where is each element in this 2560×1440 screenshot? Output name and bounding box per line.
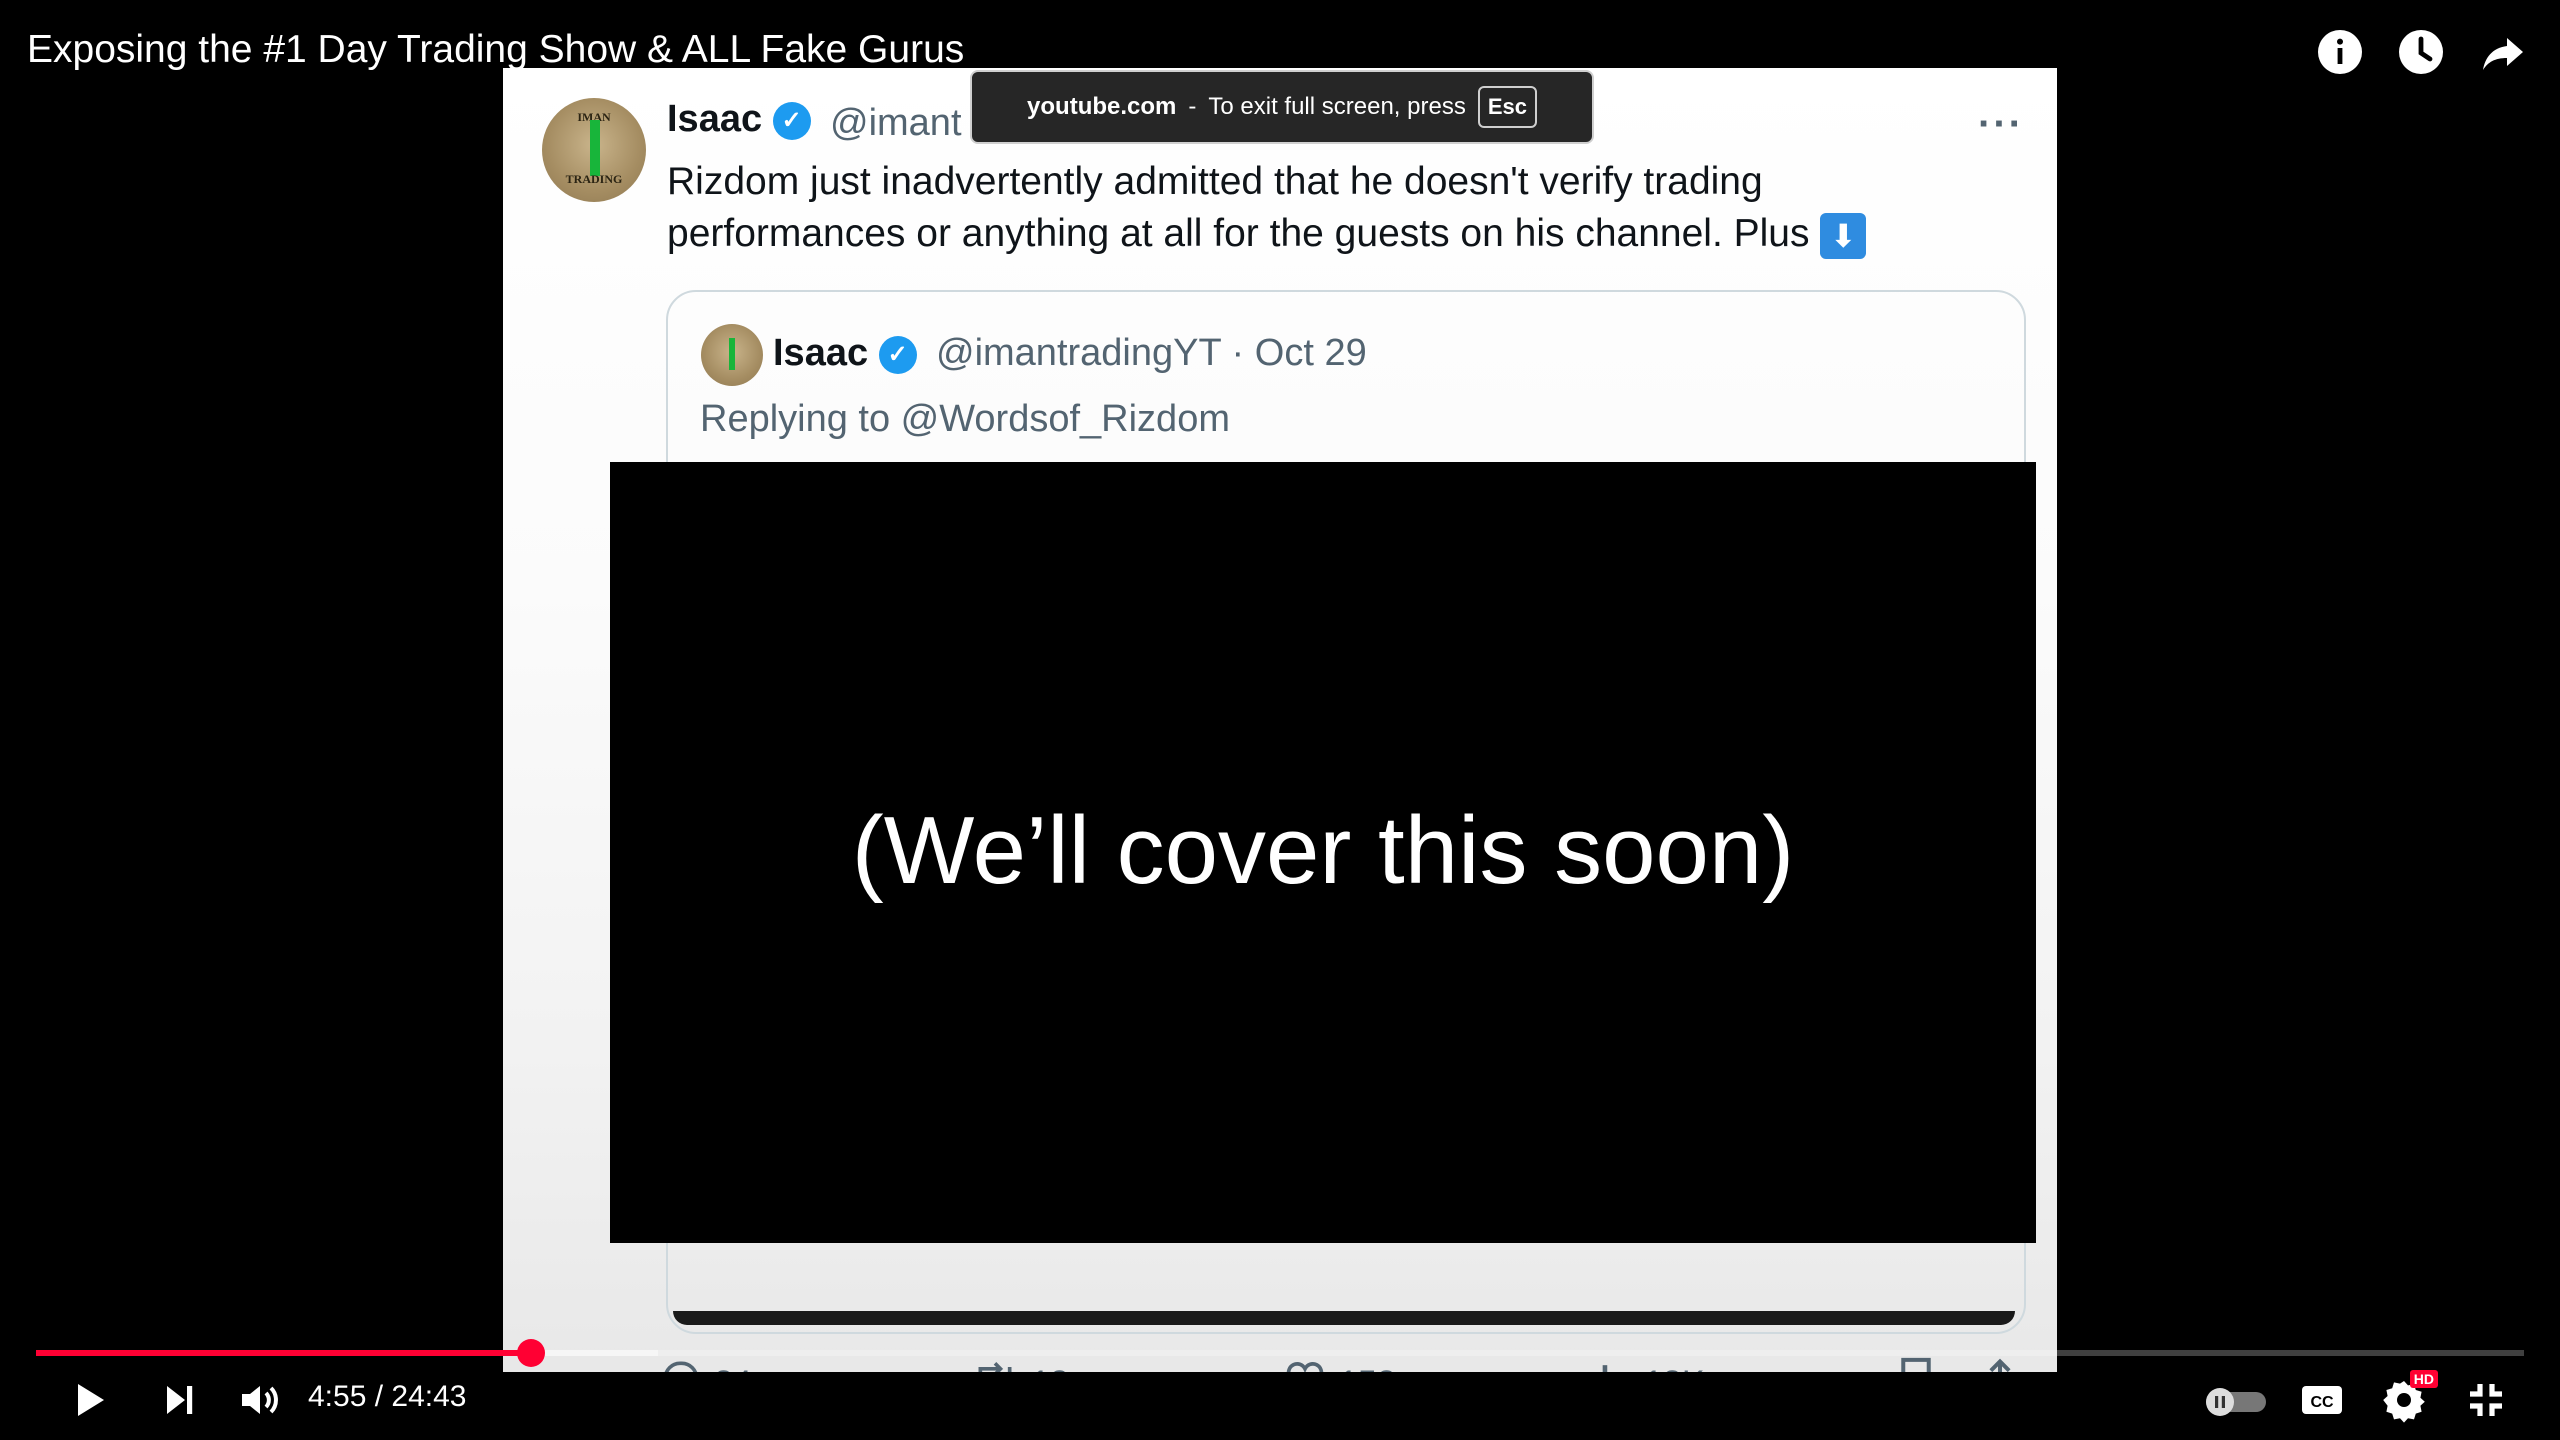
fullscreen-exit-toast: youtube.com - To exit full screen, press… [970,70,1594,144]
heart-icon [1283,1356,1327,1372]
info-icon[interactable] [2316,28,2364,76]
svg-text:CC: CC [2310,1394,2334,1411]
tweet-text: Rizdom just inadvertently admitted that … [667,156,1947,260]
tweet-author-handle: @imant [830,102,962,144]
share-arrow-icon[interactable] [2478,28,2526,76]
captions-button[interactable]: CC [2298,1376,2346,1424]
down-arrow-emoji-icon: ⬇ [1820,212,1867,259]
share-action [1978,1356,2022,1372]
toast-domain: youtube.com [1027,93,1177,120]
bookmark-action [1896,1356,1936,1372]
esc-key-badge: Esc [1477,86,1537,128]
avatar-logo-bar [729,338,735,370]
next-video-button[interactable] [155,1376,203,1424]
repost-count: 12 [1031,1364,1069,1373]
verified-badge-icon: ✓ [772,101,811,140]
quoted-author-avatar [701,324,763,386]
author-name-text: Isaac [667,98,763,140]
toast-message: To exit full screen, press [1208,93,1466,120]
quoted-replying-to: Replying to @Wordsof_Rizdom [700,398,1230,440]
video-title[interactable]: Exposing the #1 Day Trading Show & ALL F… [27,28,964,72]
reply-count: 24 [714,1364,752,1373]
reply-action: 24 [658,1356,752,1372]
more-options-icon: ··· [1978,102,2024,146]
watch-later-clock-icon[interactable] [2397,28,2445,76]
views-action: 18K [1588,1356,1705,1372]
slide-overlay: (We’ll cover this soon) [610,462,2036,1243]
repost-action: 12 [971,1356,1069,1372]
toast-separator: - [1188,93,1197,120]
bookmark-icon [1896,1356,1936,1372]
volume-button[interactable] [236,1376,284,1424]
slide-caption: (We’ll cover this soon) [851,797,1795,904]
hd-badge: HD [2409,1370,2438,1388]
settings-gear-icon[interactable]: HD [2380,1370,2438,1424]
views-count: 18K [1644,1364,1705,1373]
time-display: 4:55 / 24:43 [308,1380,467,1413]
like-count: 152 [1339,1364,1396,1373]
progress-scrubber-handle[interactable] [517,1339,546,1367]
quoted-handle-date: @imantradingYT · Oct 29 [936,332,1367,374]
analytics-icon [1588,1356,1632,1372]
avatar-logo-text: TRADING [565,172,623,186]
progress-played [36,1350,532,1356]
exit-fullscreen-button[interactable] [2462,1376,2510,1424]
play-button[interactable] [64,1376,112,1424]
like-action: 152 [1283,1356,1396,1372]
autoplay-toggle[interactable] [2204,1376,2268,1424]
verified-badge-icon: ✓ [878,335,917,374]
share-upload-icon [1978,1356,2022,1372]
tweet-author-avatar: IMAN TRADING [542,98,646,202]
quoted-name-text: Isaac [773,332,869,374]
tweet-author-name: Isaac ✓ [667,98,811,141]
tweet-body-text: Rizdom just inadvertently admitted that … [667,160,1810,255]
quoted-author-name: Isaac ✓ [773,332,917,375]
avatar-logo-bar [590,120,600,176]
repost-icon [971,1356,1019,1372]
reply-icon [658,1356,702,1372]
quoted-media-edge [673,1311,2015,1325]
